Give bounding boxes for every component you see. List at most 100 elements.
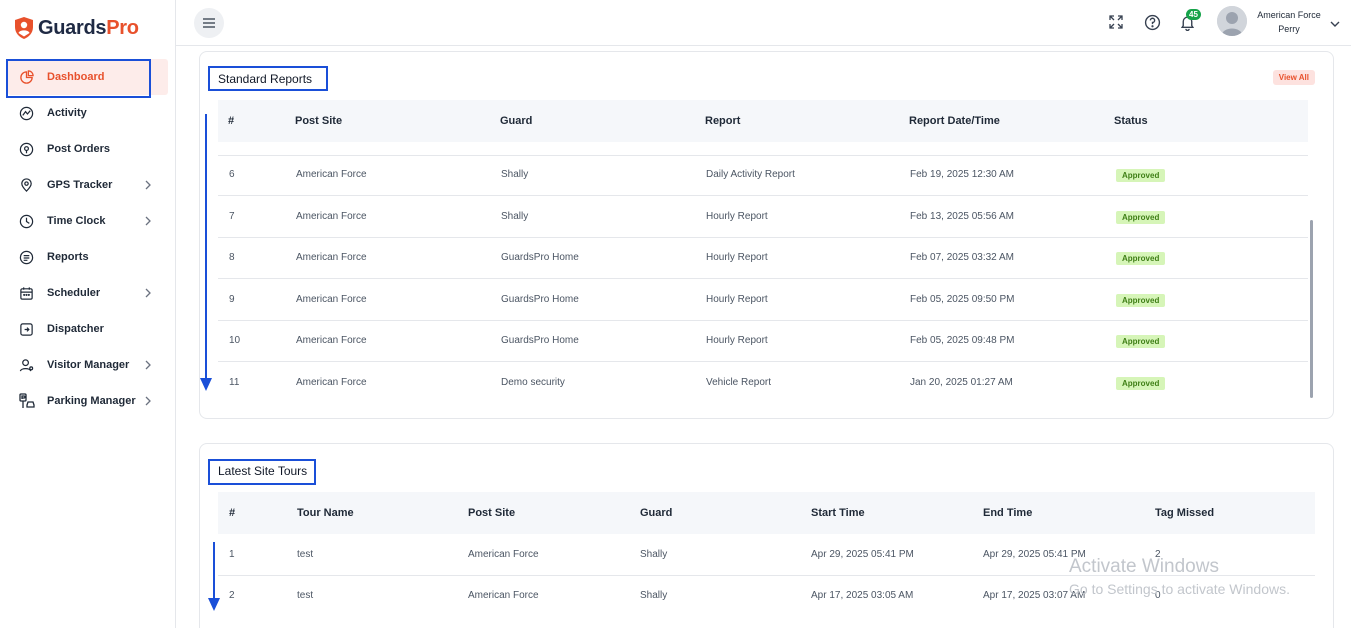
sidebar-item-gps-tracker[interactable]: GPS Tracker xyxy=(8,167,168,203)
table-header: # Post Site Guard Report Report Date/Tim… xyxy=(218,100,1308,142)
view-all-button[interactable]: View All xyxy=(1272,70,1315,85)
sidebar-item-reports[interactable]: Reports xyxy=(8,239,168,275)
sidebar-item-label: Post Orders xyxy=(47,143,110,155)
sidebar-item-activity[interactable]: Activity xyxy=(8,95,168,131)
chevron-right-icon xyxy=(142,215,154,227)
card-title: Standard Reports xyxy=(218,72,313,86)
sidebar-item-label: Dashboard xyxy=(47,71,105,83)
status-badge: Approved xyxy=(1116,377,1166,390)
column-header[interactable]: Start Time xyxy=(811,507,865,519)
avatar[interactable] xyxy=(1217,6,1247,36)
chevron-right-icon xyxy=(142,395,154,407)
status-badge: Approved xyxy=(1116,169,1166,182)
column-header[interactable]: # xyxy=(228,115,234,127)
logo[interactable]: GuardsPro xyxy=(14,16,139,40)
column-header[interactable]: Guard xyxy=(500,115,532,127)
table-row[interactable]: 6 American Force Shally Daily Activity R… xyxy=(218,155,1308,196)
column-header[interactable]: Tour Name xyxy=(297,507,354,519)
cell-date: Feb 05, 2025 09:50 PM xyxy=(910,294,1015,305)
cell-post-site: American Force xyxy=(296,335,367,346)
fullscreen-icon[interactable] xyxy=(1108,14,1126,32)
sidebar-item-scheduler[interactable]: Scheduler xyxy=(8,275,168,311)
cell-report: Hourly Report xyxy=(706,335,768,346)
column-header[interactable]: Guard xyxy=(640,507,672,519)
cell-post-site: American Force xyxy=(296,211,367,222)
cell-tour-name: test xyxy=(297,590,314,601)
cell-post-site: American Force xyxy=(296,377,367,388)
cell-number: 7 xyxy=(229,211,235,222)
report-icon xyxy=(18,249,35,266)
sidebar-item-dashboard[interactable]: Dashboard xyxy=(8,59,168,95)
sidebar-item-parking-manager[interactable]: Parking Manager xyxy=(8,383,168,419)
cell-report: Hourly Report xyxy=(706,252,768,263)
chevron-right-icon xyxy=(142,179,154,191)
cell-guard: Shally xyxy=(640,590,668,601)
table-scrollbar[interactable] xyxy=(1310,220,1313,398)
column-header[interactable]: End Time xyxy=(983,507,1032,519)
activity-icon xyxy=(18,105,35,122)
column-header[interactable]: Report Date/Time xyxy=(909,115,1000,127)
table-row[interactable]: 7 American Force Shally Hourly Report Fe… xyxy=(218,197,1308,238)
cell-start-time: Apr 29, 2025 05:41 PM xyxy=(811,549,914,560)
column-header[interactable]: Post Site xyxy=(295,115,342,127)
status-badge: Approved xyxy=(1116,294,1166,307)
cell-report: Hourly Report xyxy=(706,294,768,305)
menu-toggle-button[interactable] xyxy=(194,8,224,38)
table-row[interactable]: 8 American Force GuardsPro Home Hourly R… xyxy=(218,238,1308,279)
cell-guard: GuardsPro Home xyxy=(501,252,579,263)
cell-start-time: Apr 17, 2025 03:05 AM xyxy=(811,590,914,601)
map-pin-icon xyxy=(18,177,35,194)
arrow-down-icon xyxy=(208,542,220,611)
top-header: 45 American Force Perry xyxy=(176,0,1351,46)
column-header[interactable]: Status xyxy=(1114,115,1148,127)
cell-number: 6 xyxy=(229,169,235,180)
status-badge: Approved xyxy=(1116,252,1166,265)
cell-guard: Demo security xyxy=(501,377,565,388)
sidebar-item-label: Reports xyxy=(47,251,89,263)
sidebar-item-dispatcher[interactable]: Dispatcher xyxy=(8,311,168,347)
status-badge: Approved xyxy=(1116,211,1166,224)
sidebar-item-label: Activity xyxy=(47,107,87,119)
table-row[interactable]: 9 American Force GuardsPro Home Hourly R… xyxy=(218,280,1308,321)
column-header[interactable]: Post Site xyxy=(468,507,515,519)
clock-icon xyxy=(18,213,35,230)
cell-tour-name: test xyxy=(297,549,314,560)
cell-post-site: American Force xyxy=(468,590,539,601)
sidebar-item-visitor-manager[interactable]: Visitor Manager xyxy=(8,347,168,383)
sidebar-item-time-clock[interactable]: Time Clock xyxy=(8,203,168,239)
hamburger-icon xyxy=(203,18,215,28)
card-title: Latest Site Tours xyxy=(218,464,308,478)
help-icon[interactable] xyxy=(1144,14,1162,32)
cell-date: Jan 20, 2025 01:27 AM xyxy=(910,377,1013,388)
cell-number: 1 xyxy=(229,549,235,560)
user-name[interactable]: American Force Perry xyxy=(1252,8,1326,36)
cell-guard: GuardsPro Home xyxy=(501,335,579,346)
cell-post-site: American Force xyxy=(296,252,367,263)
column-header[interactable]: Report xyxy=(705,115,740,127)
table-row[interactable]: 11 American Force Demo security Vehicle … xyxy=(218,363,1308,404)
table-row[interactable]: 10 American Force GuardsPro Home Hourly … xyxy=(218,321,1308,362)
cell-guard: Shally xyxy=(501,211,529,222)
chevron-down-icon[interactable] xyxy=(1329,17,1341,29)
cell-report: Vehicle Report xyxy=(706,377,772,388)
sidebar-item-post-orders[interactable]: Post Orders xyxy=(8,131,168,167)
user-name-line2: Perry xyxy=(1278,24,1300,34)
sidebar: GuardsPro Dashboard Activity Post Orders xyxy=(0,0,176,628)
sidebar-item-label: Parking Manager xyxy=(47,395,136,407)
cell-number: 8 xyxy=(229,252,235,263)
column-header[interactable]: Tag Missed xyxy=(1155,507,1214,519)
windows-watermark-title: Activate Windows xyxy=(1069,556,1219,577)
windows-watermark-subtitle: Go to Settings to activate Windows. xyxy=(1069,581,1290,597)
chevron-right-icon xyxy=(142,359,154,371)
user-name-line1: American Force xyxy=(1257,10,1321,20)
sidebar-item-label: GPS Tracker xyxy=(47,179,113,191)
cell-number: 9 xyxy=(229,294,235,305)
cell-number: 11 xyxy=(229,377,240,388)
user-avatar-icon xyxy=(1217,6,1247,36)
standard-reports-card: Standard Reports View All # Post Site Gu… xyxy=(199,51,1334,419)
cell-date: Feb 07, 2025 03:32 AM xyxy=(910,252,1014,263)
cell-number: 10 xyxy=(229,335,241,346)
column-header[interactable]: # xyxy=(229,507,235,519)
cell-post-site: American Force xyxy=(468,549,539,560)
cell-guard: Shally xyxy=(501,169,529,180)
